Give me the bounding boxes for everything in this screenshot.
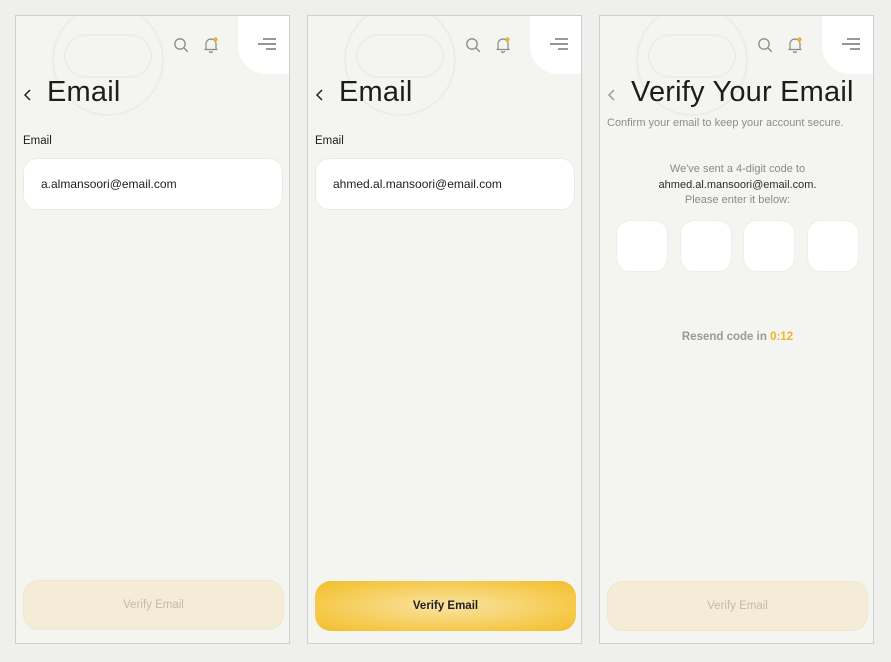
menu-icon[interactable] xyxy=(841,37,861,51)
chevron-left-icon[interactable] xyxy=(314,88,326,102)
search-icon[interactable] xyxy=(173,37,189,53)
bell-icon[interactable] xyxy=(202,36,220,54)
otp-digit-3[interactable] xyxy=(743,220,795,272)
page-title: Email xyxy=(47,76,121,108)
email-screen-initial: Email Email a.almansoori@email.com Verif… xyxy=(15,15,290,644)
bell-icon[interactable] xyxy=(494,36,512,54)
verify-email-button[interactable]: Verify Email xyxy=(607,581,868,631)
code-sent-text: We've sent a 4-digit code to xyxy=(669,163,806,175)
verify-email-button[interactable]: Verify Email xyxy=(315,581,576,631)
email-field-label: Email xyxy=(315,135,344,147)
search-icon[interactable] xyxy=(465,37,481,53)
code-email: ahmed.al.mansoori@email.com. xyxy=(658,178,817,191)
menu-tab[interactable] xyxy=(822,16,873,74)
code-enter-text: Please enter it below: xyxy=(684,194,791,206)
resend-timer: 0:12 xyxy=(770,331,794,343)
chevron-left-icon[interactable] xyxy=(606,88,618,102)
verify-email-screen: Verify Your Email Confirm your email to … xyxy=(599,15,874,644)
otp-digit-1[interactable] xyxy=(616,220,668,272)
email-field[interactable]: ahmed.al.mansoori@email.com xyxy=(315,158,575,210)
verify-email-button[interactable]: Verify Email xyxy=(23,580,284,630)
otp-digit-4[interactable] xyxy=(807,220,859,272)
resend-code[interactable]: Resend code in 0:12 xyxy=(600,331,873,343)
page-title: Email xyxy=(339,76,413,108)
menu-tab[interactable] xyxy=(530,16,581,74)
otp-input-group xyxy=(616,220,860,272)
menu-icon[interactable] xyxy=(257,37,277,51)
otp-digit-2[interactable] xyxy=(680,220,732,272)
email-field[interactable]: a.almansoori@email.com xyxy=(23,158,283,210)
menu-tab[interactable] xyxy=(238,16,289,74)
resend-label: Resend code in xyxy=(681,331,767,343)
page-subtitle: Confirm your email to keep your account … xyxy=(607,117,844,129)
email-screen-filled: Email Email ahmed.al.mansoori@email.com … xyxy=(307,15,582,644)
search-icon[interactable] xyxy=(757,37,773,53)
menu-icon[interactable] xyxy=(549,37,569,51)
page-title: Verify Your Email xyxy=(631,76,854,108)
chevron-left-icon[interactable] xyxy=(22,88,34,102)
code-instructions: We've sent a 4-digit code to ahmed.al.ma… xyxy=(600,162,873,209)
email-field-label: Email xyxy=(23,135,52,147)
bell-icon[interactable] xyxy=(786,36,804,54)
